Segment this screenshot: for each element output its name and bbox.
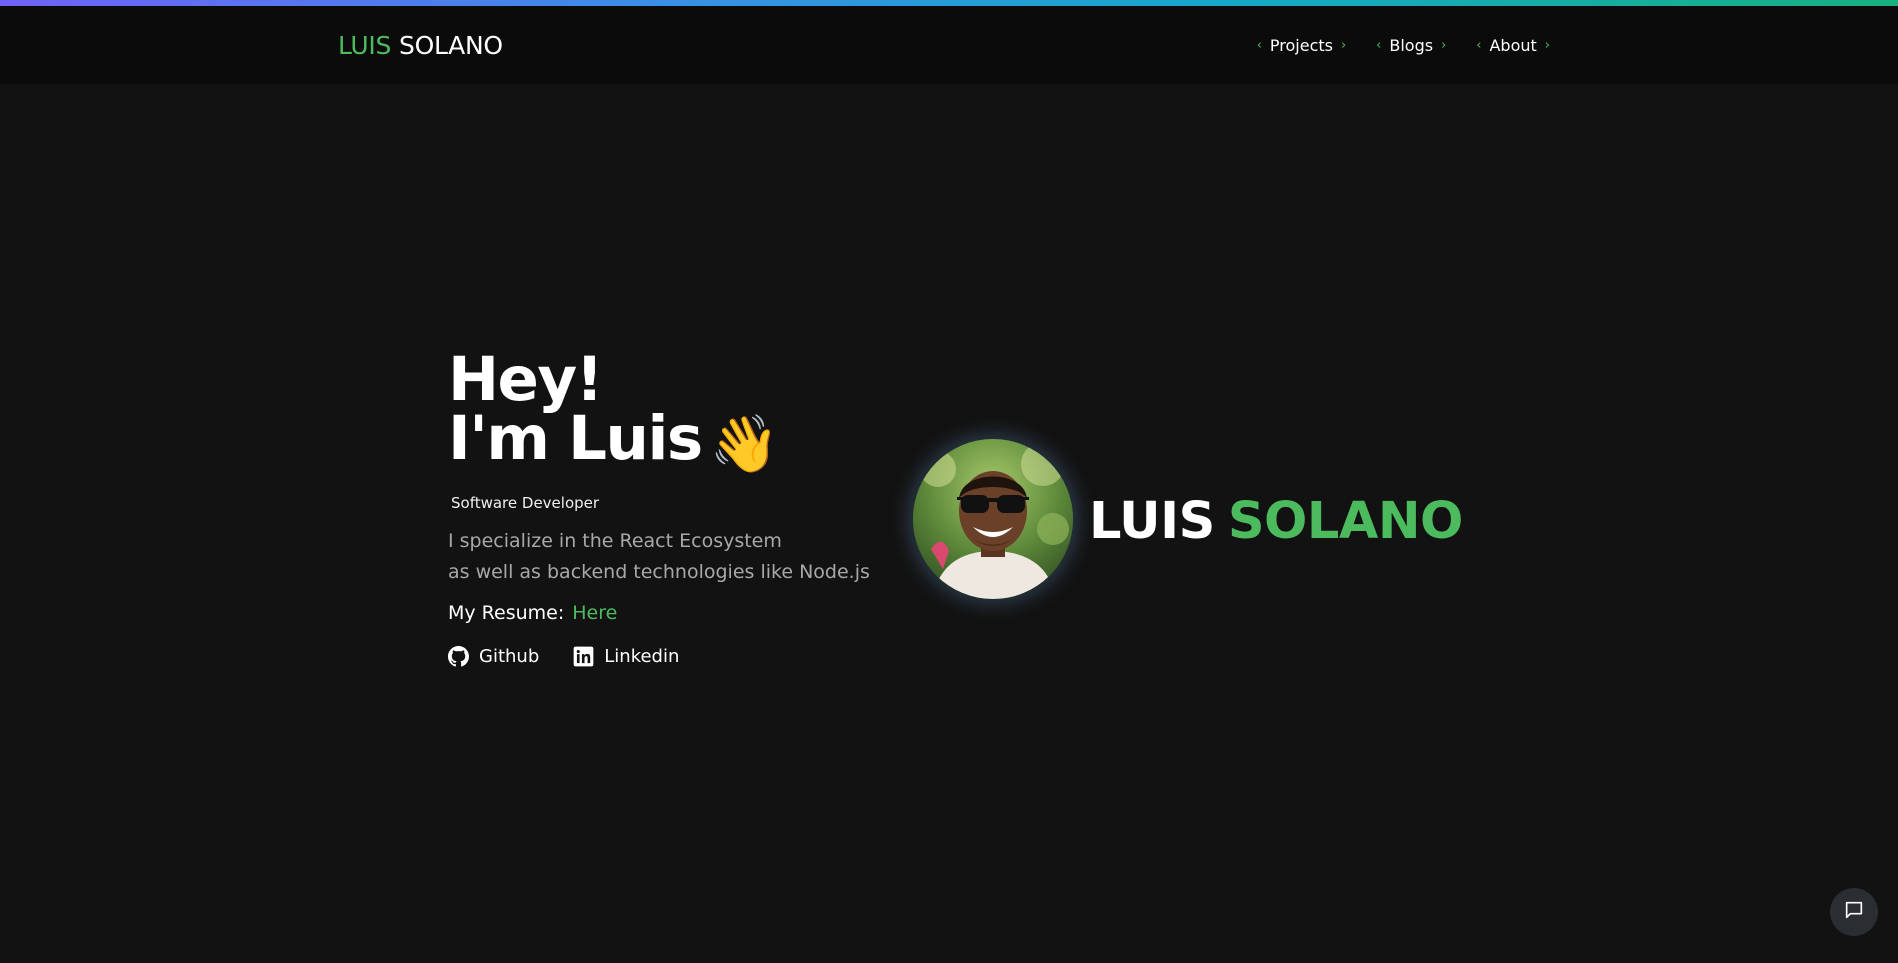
linkedin-label: Linkedin — [604, 646, 680, 667]
hero-heading: Hey! I'm Luis 👋 — [448, 344, 908, 477]
resume-row: My Resume: Here — [448, 602, 908, 624]
hero-intro: I'm Luis — [448, 403, 703, 474]
role-subtitle: Software Developer — [451, 494, 600, 512]
nav-item-label: Blogs — [1389, 36, 1434, 55]
description-line: I specialize in the React Ecosystem — [448, 530, 782, 552]
chevron-left-icon: ‹ — [1376, 38, 1382, 53]
hero-description: I specialize in the React Ecosystem as w… — [448, 526, 908, 588]
resume-link[interactable]: Here — [572, 602, 617, 624]
chat-icon — [1843, 899, 1865, 925]
navbar: LUIS SOLANO ‹ Projects › ‹ Blogs › ‹ Abou… — [0, 6, 1898, 84]
profile-first-name: LUIS — [1089, 492, 1215, 551]
hero-section: Hey! I'm Luis 👋 Software Developer I spec… — [448, 344, 908, 667]
chevron-right-icon: › — [1340, 38, 1347, 53]
description-line: as well as backend technologies like Nod… — [448, 561, 870, 583]
linkedin-link[interactable]: Linkedin — [573, 646, 679, 667]
avatar — [913, 439, 1073, 599]
resume-label: My Resume: — [448, 602, 565, 624]
profile-name: LUIS SOLANO — [1089, 493, 1463, 551]
brand-last-name: SOLANO — [399, 31, 503, 60]
brand-logo[interactable]: LUIS SOLANO — [338, 31, 503, 60]
profile-photo — [913, 439, 1073, 599]
github-link[interactable]: Github — [448, 646, 539, 667]
github-icon — [448, 646, 469, 667]
chevron-right-icon: › — [1544, 38, 1550, 53]
nav-item-projects[interactable]: ‹ Projects › — [1257, 36, 1346, 55]
brand-first-name: LUIS — [338, 31, 392, 60]
waving-hand-icon: 👋 — [709, 412, 780, 477]
chevron-right-icon: › — [1441, 38, 1447, 53]
linkedin-icon — [573, 646, 594, 667]
nav-item-label: Projects — [1269, 36, 1333, 55]
github-label: Github — [479, 646, 540, 667]
nav-item-label: About — [1489, 36, 1537, 55]
hero-greeting: Hey! — [448, 344, 604, 415]
nav-links: ‹ Projects › ‹ Blogs › ‹ About › — [1257, 36, 1550, 55]
social-links: Github Linkedin — [448, 646, 908, 667]
nav-item-about[interactable]: ‹ About › — [1476, 36, 1550, 55]
chat-button[interactable] — [1830, 888, 1878, 936]
hero-intro-line: I'm Luis 👋 — [448, 408, 908, 477]
chevron-left-icon: ‹ — [1476, 38, 1482, 53]
chevron-left-icon: ‹ — [1256, 38, 1262, 53]
nav-item-blogs[interactable]: ‹ Blogs › — [1376, 36, 1446, 55]
profile-last-name: SOLANO — [1227, 492, 1464, 551]
